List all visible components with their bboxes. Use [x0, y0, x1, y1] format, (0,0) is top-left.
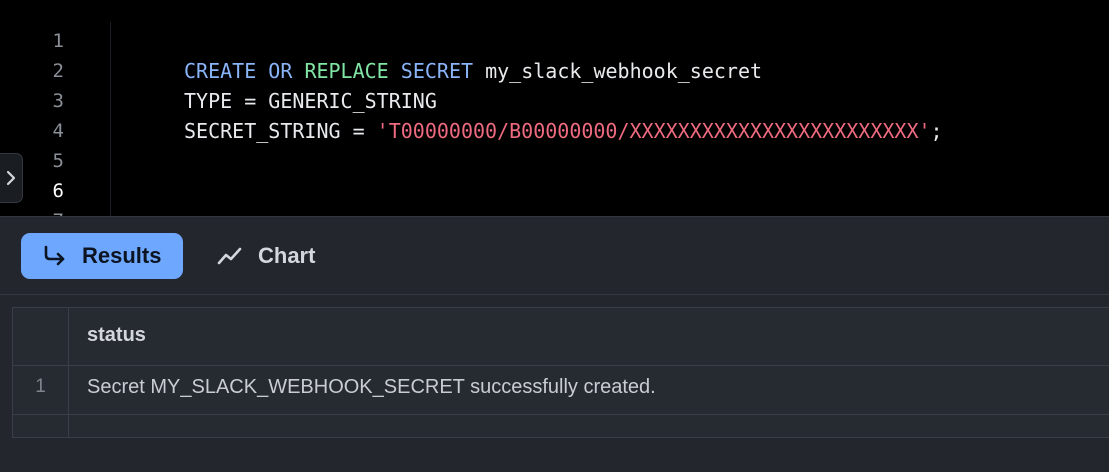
- keyword: CREATE: [184, 59, 257, 83]
- tab-chart-label: Chart: [258, 243, 316, 268]
- table-cell-status[interactable]: Secret MY_SLACK_WEBHOOK_SECRET successfu…: [87, 376, 656, 399]
- column-header-status[interactable]: status: [87, 324, 146, 347]
- line-number: 7: [40, 206, 64, 216]
- sql-editor[interactable]: 1 2 3 4 5 6 7 CREATE OR REPLACE SECRET m…: [0, 0, 1109, 216]
- line-number: 2: [52, 60, 64, 82]
- line-number: 5: [52, 150, 64, 172]
- row-divider: [13, 365, 1109, 366]
- chevron-right-icon: [6, 170, 16, 186]
- enter-arrow-icon: [44, 245, 65, 266]
- results-toolbar: Results Chart: [0, 216, 1109, 294]
- line-number-active: 6: [52, 180, 64, 202]
- code-text: SECRET_STRING =: [184, 119, 377, 143]
- line-number: 1: [52, 30, 64, 52]
- code-text: ;: [930, 119, 943, 143]
- row-number: 1: [35, 376, 46, 397]
- tab-results[interactable]: Results: [21, 233, 183, 279]
- line-number: 3: [52, 90, 64, 112]
- code-line-3[interactable]: TYPE = GENERIC_STRING: [184, 86, 437, 116]
- line-chart-icon: [217, 247, 242, 265]
- row-divider: [13, 414, 1109, 415]
- string-literal: 'T00000000/B00000000/XXXXXXXXXXXXXXXXXXX…: [376, 119, 931, 143]
- results-table: status 1 Secret MY_SLACK_WEBHOOK_SECRET …: [12, 307, 1109, 438]
- tab-chart[interactable]: Chart: [212, 233, 332, 279]
- line-number: 4: [52, 120, 64, 142]
- keyword: OR: [268, 59, 293, 83]
- gutter-divider: [110, 22, 111, 216]
- keyword: REPLACE: [304, 59, 389, 83]
- column-divider: [68, 308, 69, 437]
- expand-panel-button[interactable]: [0, 153, 23, 203]
- code-line-2[interactable]: CREATE OR REPLACE SECRET my_slack_webhoo…: [184, 56, 762, 86]
- tab-results-label: Results: [82, 243, 162, 268]
- identifier: my_slack_webhook_secret: [485, 59, 763, 83]
- results-panel: status 1 Secret MY_SLACK_WEBHOOK_SECRET …: [0, 294, 1109, 472]
- keyword: SECRET: [400, 59, 474, 83]
- code-line-4[interactable]: SECRET_STRING = 'T00000000/B00000000/XXX…: [184, 116, 943, 146]
